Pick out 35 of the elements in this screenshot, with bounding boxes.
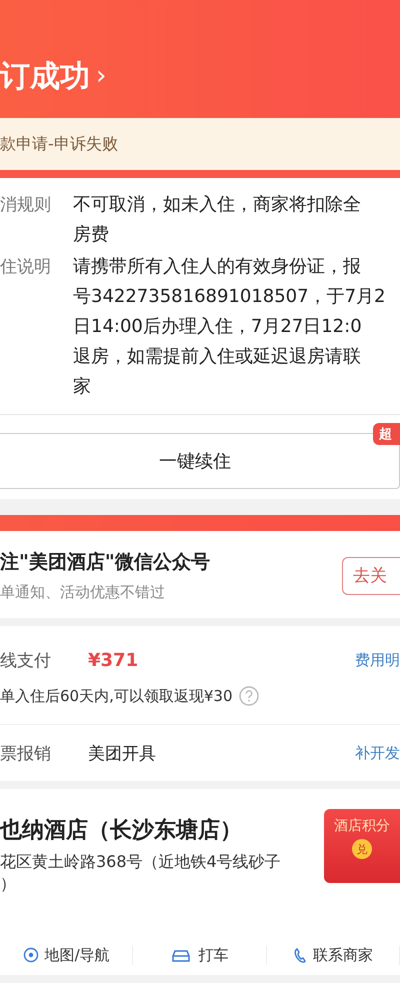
payment-label: 线支付 [0,650,52,672]
notice-text: 款申请-申诉失败 [0,134,118,154]
reward-envelope[interactable]: 酒店积分 兑 [324,809,400,883]
rule-label: 消规则 [0,194,52,217]
rule-text-line: 不可取消，如未入住，商家将扣除全 [73,193,361,217]
rule-text-line: 号3422735816891018507，于7月2 [73,285,386,309]
promo-badge: 超 [373,423,400,445]
reward-title: 酒店积分 [334,817,390,835]
invoice-link[interactable]: 补开发 [355,744,400,762]
redeem-coin: 兑 [352,839,372,859]
hotel-name: 也纳酒店（长沙东塘店） [0,816,243,845]
invoice-value: 美团开具 [88,742,157,764]
rule-label: 住说明 [0,256,52,279]
phone-icon [292,947,307,963]
chevron-icon: › [96,61,106,91]
follow-button[interactable]: 去关 [342,556,400,594]
order-status-title[interactable]: 订成功 [0,56,90,96]
follow-subtitle: 单通知、活动优惠不错过 [0,583,166,602]
rule-text-line: 退房，如需提前入住或延迟退房请联 [73,345,361,369]
cashback-text: 单入住后60天内,可以领取返现¥30 [0,686,232,706]
hotel-address-line: ） [0,873,16,895]
help-icon[interactable] [238,686,258,706]
rule-text-line: 房费 [73,223,109,247]
taxi-action[interactable]: 打车 [198,946,228,964]
follow-title: 注"美团酒店"微信公众号 [0,550,210,575]
phone-action[interactable]: 联系商家 [312,946,373,964]
location-icon [22,947,39,963]
payment-amount: ¥371 [88,650,140,670]
fee-details-link[interactable]: 费用明 [355,650,400,670]
map-action[interactable]: 地图/导航 [44,946,110,964]
rule-text-line: 日14:00后办理入住，7月27日12:0 [73,315,362,339]
rule-text-line: 请携带所有入住人的有效身份证，报 [73,255,361,279]
hotel-address-line: 花区黄土岭路368号（近地铁4号线砂子 [0,851,281,873]
invoice-label: 票报销 [0,742,52,764]
rule-text-line: 家 [73,375,91,399]
